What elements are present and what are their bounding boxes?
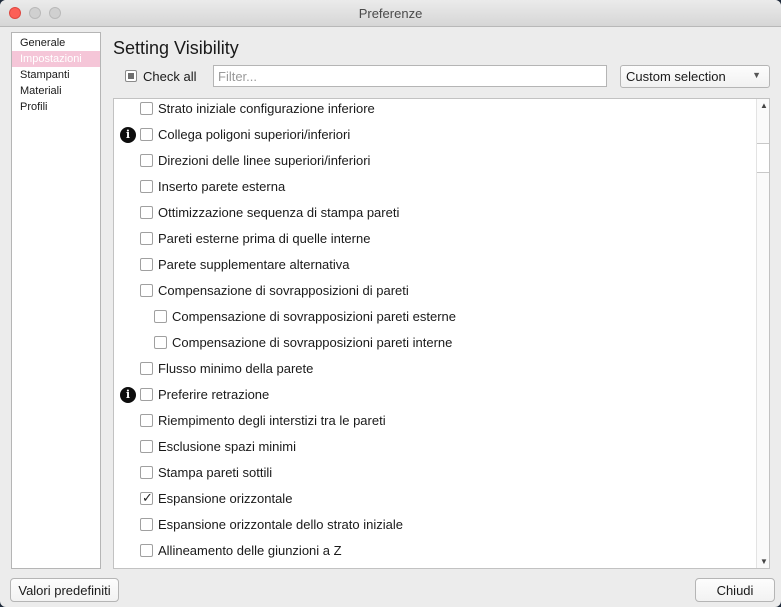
setting-checkbox[interactable] (140, 206, 153, 219)
setting-row[interactable]: Espansione orizzontale dello strato iniz… (114, 512, 754, 538)
close-button[interactable]: Chiudi (695, 578, 775, 602)
setting-row[interactable]: Allineamento delle giunzioni a Z (114, 538, 754, 564)
chevron-down-icon: ▼ (752, 70, 761, 80)
setting-row[interactable]: i Preferire retrazione (114, 382, 754, 408)
setting-label: Espansione orizzontale (158, 491, 293, 506)
setting-checkbox[interactable] (140, 362, 153, 375)
setting-checkbox[interactable] (140, 284, 153, 297)
setting-row[interactable]: Compensazione di sovrapposizioni pareti … (114, 304, 754, 330)
setting-row[interactable]: Compensazione di sovrapposizioni pareti … (114, 330, 754, 356)
filter-input[interactable] (213, 65, 607, 87)
scrollbar-thumb[interactable] (757, 143, 769, 173)
setting-row[interactable]: i Collega poligoni superiori/inferiori (114, 122, 754, 148)
setting-row[interactable]: Esclusione spazi minimi (114, 434, 754, 460)
setting-label: Ottimizzazione sequenza di stampa pareti (158, 205, 400, 220)
setting-label: Pareti esterne prima di quelle interne (158, 231, 371, 246)
setting-label: Compensazione di sovrapposizioni di pare… (158, 283, 409, 298)
check-all-toggle[interactable]: Check all (125, 66, 196, 86)
setting-label: Direzioni delle linee superiori/inferior… (158, 153, 371, 168)
setting-checkbox[interactable] (140, 128, 153, 141)
setting-label: Espansione orizzontale dello strato iniz… (158, 517, 403, 532)
setting-row[interactable]: Direzioni delle linee superiori/inferior… (114, 148, 754, 174)
window-title: Preferenze (358, 6, 423, 21)
setting-row[interactable]: Ottimizzazione sequenza di stampa pareti (114, 200, 754, 226)
setting-label: Strato iniziale configurazione inferiore (158, 101, 375, 116)
info-icon[interactable]: i (120, 127, 136, 143)
visibility-preset-select[interactable]: Custom selection ▼ (620, 65, 770, 88)
info-icon[interactable]: i (120, 387, 136, 403)
setting-label: Compensazione di sovrapposizioni pareti … (172, 309, 456, 324)
setting-checkbox[interactable] (140, 544, 153, 557)
setting-label: Inserto parete esterna (158, 179, 286, 194)
sidebar-item-stampanti[interactable]: Stampanti (12, 67, 100, 83)
setting-label: Preferire retrazione (158, 387, 270, 402)
setting-checkbox[interactable] (140, 154, 153, 167)
setting-row[interactable]: Flusso minimo della parete (114, 356, 754, 382)
setting-checkbox[interactable] (140, 414, 153, 427)
preferences-window: Preferenze Generale Impostazioni Stampanti… (0, 0, 781, 607)
setting-label: Parete supplementare alternativa (158, 257, 350, 272)
setting-checkbox[interactable] (140, 180, 153, 193)
setting-row[interactable]: ✓ Espansione orizzontale (114, 486, 754, 512)
setting-label: Compensazione di sovrapposizioni pareti … (172, 335, 453, 350)
setting-checkbox[interactable] (140, 232, 153, 245)
settings-scrollbar[interactable]: ▲ ▼ (756, 99, 769, 568)
title-bar: Preferenze (0, 0, 781, 27)
preferences-sidebar: Generale Impostazioni Stampanti Materiali Pr… (11, 32, 101, 569)
sidebar-item-profili[interactable]: Profili (12, 99, 100, 115)
setting-checkbox[interactable] (140, 102, 153, 115)
setting-row[interactable]: Compensazione di sovrapposizioni di pare… (114, 278, 754, 304)
visibility-preset-value: Custom selection (626, 69, 726, 84)
setting-row[interactable]: Stampa pareti sottili (114, 460, 754, 486)
sidebar-item-generale[interactable]: Generale (12, 35, 100, 51)
setting-row[interactable]: Parete supplementare alternativa (114, 252, 754, 278)
setting-row[interactable]: Pareti esterne prima di quelle interne (114, 226, 754, 252)
setting-label: Flusso minimo della parete (158, 361, 314, 376)
check-all-label: Check all (143, 68, 197, 84)
scroll-down-icon[interactable]: ▼ (757, 557, 769, 566)
setting-checkbox[interactable]: ✓ (140, 490, 153, 505)
page-title: Setting Visibility (113, 38, 239, 58)
setting-checkbox[interactable] (140, 388, 153, 401)
setting-checkbox[interactable] (140, 518, 153, 531)
setting-checkbox[interactable] (140, 258, 153, 271)
setting-row[interactable]: Strato iniziale configurazione inferiore (114, 99, 754, 122)
setting-checkbox[interactable] (154, 336, 167, 349)
setting-checkbox[interactable] (140, 466, 153, 479)
defaults-button[interactable]: Valori predefiniti (10, 578, 119, 602)
settings-list: Strato iniziale configurazione inferiore… (113, 98, 770, 569)
checkmark-icon: ✓ (142, 490, 153, 505)
setting-label: Riempimento degli interstizi tra le pare… (158, 413, 386, 428)
sidebar-item-materiali[interactable]: Materiali (12, 83, 100, 99)
setting-row[interactable]: Inserto parete esterna (114, 174, 754, 200)
setting-row[interactable]: Riempimento degli interstizi tra le pare… (114, 408, 754, 434)
setting-label: Allineamento delle giunzioni a Z (158, 543, 342, 558)
setting-label: Esclusione spazi minimi (158, 439, 296, 454)
setting-label: Stampa pareti sottili (158, 465, 273, 480)
setting-label: Collega poligoni superiori/inferiori (158, 127, 351, 142)
sidebar-item-impostazioni[interactable]: Impostazioni (12, 51, 100, 67)
setting-checkbox[interactable] (154, 310, 167, 323)
setting-checkbox[interactable] (140, 440, 153, 453)
scroll-up-icon[interactable]: ▲ (757, 101, 769, 110)
check-all-checkbox[interactable] (125, 70, 137, 82)
